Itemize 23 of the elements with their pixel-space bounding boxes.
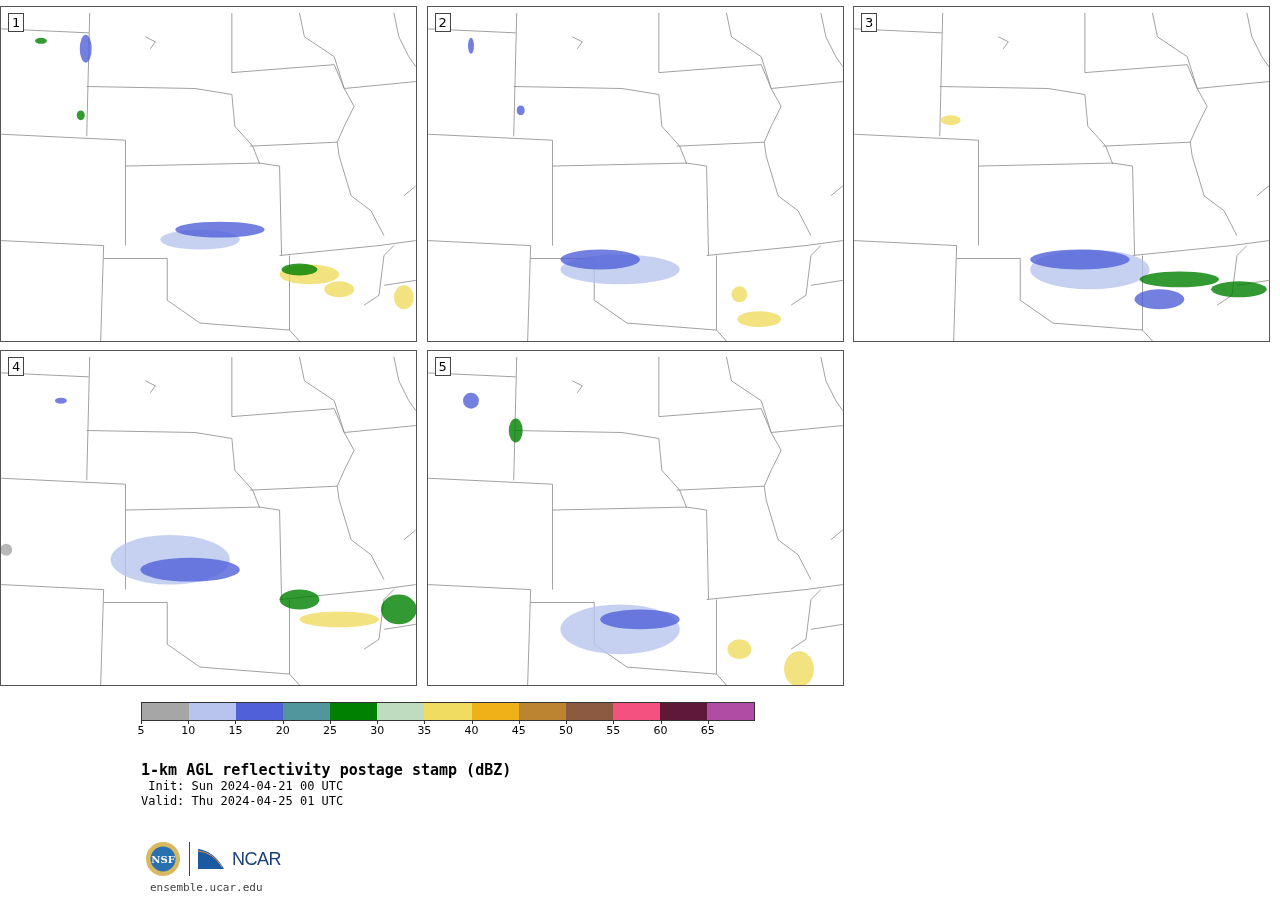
tick-label: 55 bbox=[606, 724, 621, 737]
tick-label: 45 bbox=[511, 724, 526, 737]
tick-label: 35 bbox=[417, 724, 432, 737]
panel-label: 1 bbox=[8, 13, 25, 32]
site-url: ensemble.ucar.edu bbox=[150, 881, 264, 894]
tick-label: 60 bbox=[653, 724, 668, 737]
tick-label: 30 bbox=[370, 724, 385, 737]
tick-label: 15 bbox=[228, 724, 243, 737]
panel-label: 4 bbox=[8, 357, 25, 376]
tick-label: 20 bbox=[275, 724, 290, 737]
init-time: Init: Sun 2024-04-21 00 UTC bbox=[147, 779, 345, 794]
panel-label: 3 bbox=[861, 13, 878, 32]
tick-label: 50 bbox=[559, 724, 574, 737]
swoosh-icon bbox=[198, 849, 224, 869]
tick-label: 10 bbox=[181, 724, 196, 737]
ncar-logo-text: NCAR bbox=[232, 850, 281, 868]
tick-label: 65 bbox=[700, 724, 715, 737]
tick-label: 5 bbox=[137, 724, 145, 737]
tick-label: 25 bbox=[322, 724, 337, 737]
nsf-logo-text: NSF bbox=[151, 853, 175, 865]
tick-label: 40 bbox=[464, 724, 479, 737]
valid-time: Valid: Thu 2024-04-25 01 UTC bbox=[141, 794, 345, 809]
plot-title: 1-km AGL reflectivity postage stamp (dBZ) bbox=[141, 761, 513, 779]
